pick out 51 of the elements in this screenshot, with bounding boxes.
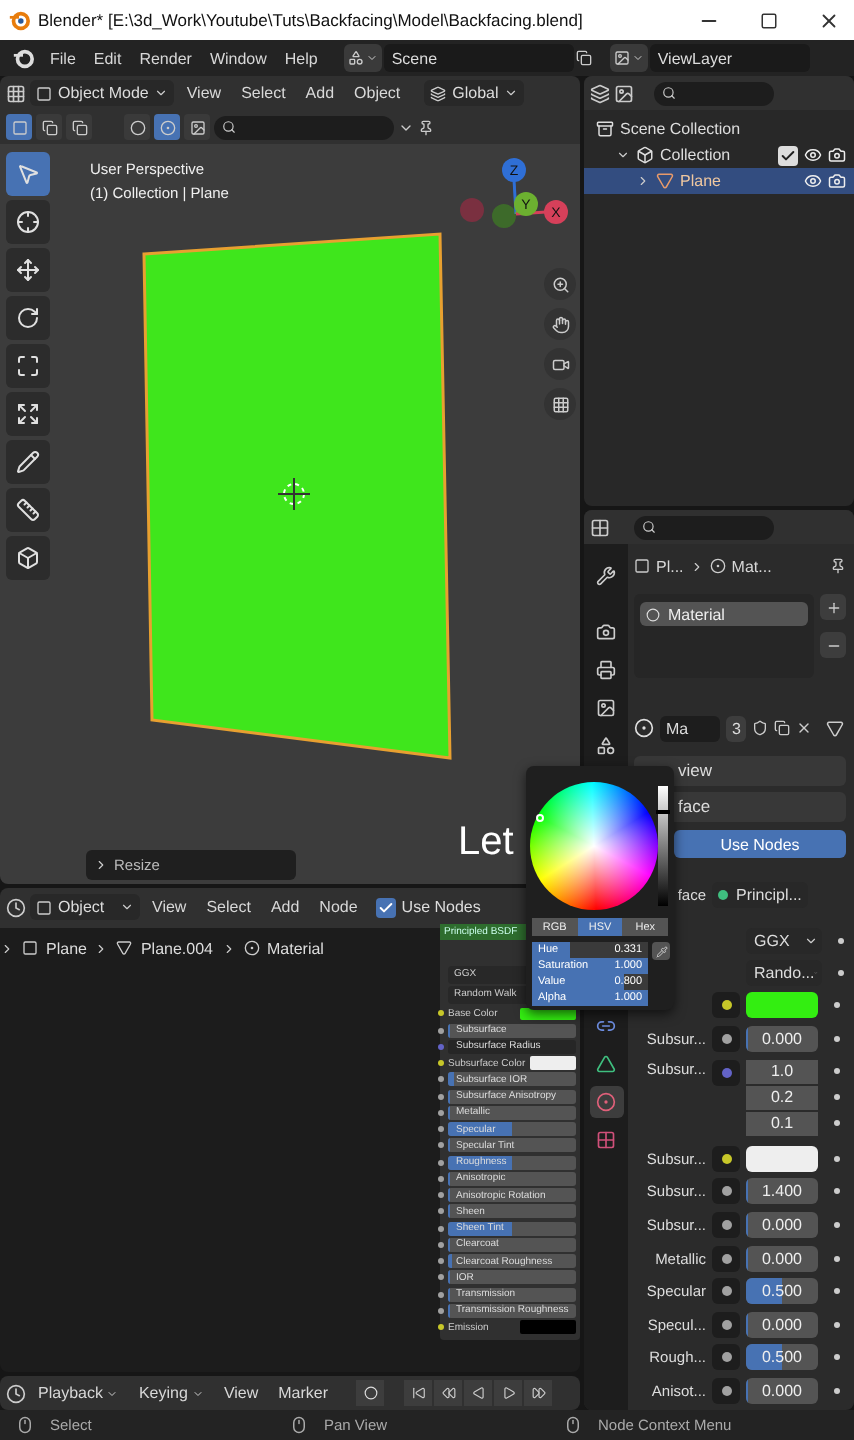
- menu-item[interactable]: Edit: [85, 43, 130, 73]
- scene-field[interactable]: Scene: [383, 44, 574, 72]
- window-title: Blender* [E:\3d_Work\Youtube\Tuts\Backfacing\Model\Backfacing.blend]: [38, 10, 585, 30]
- user-count[interactable]: 3: [726, 715, 747, 741]
- menu-item[interactable]: File: [42, 43, 84, 73]
- menu-item[interactable]: Render: [131, 43, 200, 73]
- menu-item[interactable]: Marker: [270, 1378, 337, 1409]
- menu-item[interactable]: Window: [201, 43, 275, 73]
- mode-dropdown[interactable]: Object Mode: [30, 80, 175, 106]
- number-field[interactable]: 0.000: [746, 1211, 818, 1238]
- number-field[interactable]: 0.000: [746, 1311, 818, 1338]
- menu-item[interactable]: Help: [276, 43, 326, 73]
- property-dropdown[interactable]: Rando...: [746, 959, 822, 985]
- material-name-field[interactable]: Ma: [660, 715, 720, 741]
- outliner-row[interactable]: Plane: [584, 168, 854, 194]
- breadcrumb-item: Plane: [46, 939, 87, 958]
- number-field[interactable]: 0.500: [746, 1278, 818, 1305]
- number-field[interactable]: 0.500: [746, 1344, 818, 1371]
- number-field[interactable]: 0.000: [746, 1245, 818, 1272]
- menu-item[interactable]: Select: [233, 78, 294, 108]
- menu-item[interactable]: Playback: [30, 1378, 127, 1409]
- number-field[interactable]: 0.2: [746, 1085, 818, 1110]
- key-overlay-text: Let: [458, 820, 514, 866]
- menu-item[interactable]: Keying: [130, 1378, 212, 1409]
- view-layer-field[interactable]: ViewLayer: [649, 44, 810, 72]
- menu-item[interactable]: View: [178, 78, 230, 108]
- number-field[interactable]: 0.000: [746, 1025, 818, 1052]
- menu-item[interactable]: Object: [346, 78, 409, 108]
- breadcrumb-item: Plane.004: [140, 939, 213, 958]
- outliner-row[interactable]: Scene Collection: [584, 116, 854, 142]
- property-dropdown[interactable]: GGX: [746, 927, 822, 953]
- breadcrumb-item: Material: [267, 939, 324, 958]
- outliner-row[interactable]: Collection: [584, 142, 854, 168]
- orientation-dropdown[interactable]: Global: [424, 80, 525, 106]
- menu-item[interactable]: Add: [262, 892, 308, 923]
- number-field[interactable]: 0.000: [746, 1377, 818, 1404]
- shader-link[interactable]: Principl...: [712, 881, 808, 907]
- menu-item[interactable]: Select: [198, 892, 259, 923]
- shader-type-dropdown[interactable]: Object: [30, 894, 140, 921]
- number-field[interactable]: 1.0: [746, 1059, 818, 1084]
- use-nodes-checkbox[interactable]: Use Nodes: [369, 897, 487, 918]
- menu-item[interactable]: View: [215, 1378, 267, 1409]
- menu-item[interactable]: View: [144, 892, 195, 923]
- menu-item[interactable]: Add: [297, 78, 343, 108]
- menu-item[interactable]: Node: [311, 892, 366, 923]
- number-field[interactable]: 0.1: [746, 1111, 818, 1136]
- material-slot[interactable]: Material: [640, 602, 808, 626]
- breadcrumb-item: Mat...: [731, 557, 772, 575]
- breadcrumb-item: Pl...: [656, 557, 684, 575]
- number-field[interactable]: 1.400: [746, 1178, 818, 1205]
- use-nodes-button[interactable]: Use Nodes: [674, 830, 846, 858]
